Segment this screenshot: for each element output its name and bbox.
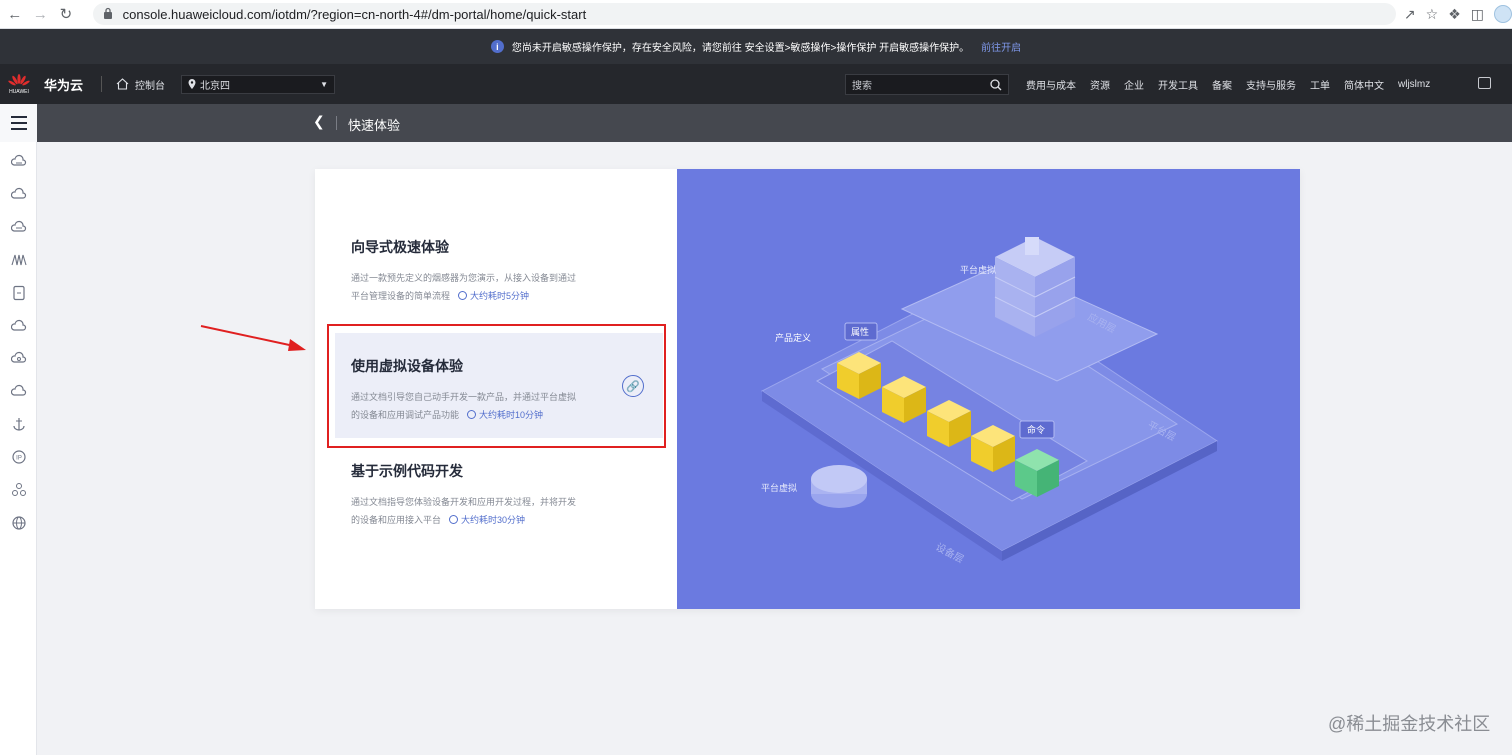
option-wizard[interactable]: 向导式极速体验 通过一款预先定义的烟感器为您演示，从接入设备到通过 平台管理设备… <box>351 237 651 305</box>
illus-label-device-layer: 设备层 <box>934 540 967 566</box>
option-description: 通过一款预先定义的烟感器为您演示，从接入设备到通过 平台管理设备的简单流程 大约耗… <box>351 269 651 305</box>
menu-support[interactable]: 支持与服务 <box>1246 77 1296 92</box>
isometric-iot-diagram: 平台虚拟 产品定义 属性 命令 平台虚拟 应用层 平台层 设备层 <box>761 237 1218 566</box>
option-description: 通过文档指导您体验设备开发和应用开发过程，并将开发 的设备和应用接入平台 大约耗时… <box>351 493 651 529</box>
cloud-shell-icon[interactable] <box>1478 77 1491 89</box>
region-label: 北京四 <box>200 80 231 92</box>
huawei-logo[interactable]: HUAWEI <box>0 73 38 95</box>
page-title: 快速体验 <box>348 118 401 133</box>
option-time: 大约耗时5分钟 <box>458 291 529 301</box>
annotation-arrow-icon <box>200 325 306 351</box>
option-title: 向导式极速体验 <box>351 239 449 255</box>
menu-tickets[interactable]: 工单 <box>1310 77 1330 92</box>
option-desc-line: 通过一款预先定义的烟感器为您演示，从接入设备到通过 <box>351 273 577 283</box>
forward-arrow-icon[interactable]: → <box>30 3 52 25</box>
url-text: console.huaweicloud.com/iotdm/?region=cn… <box>122 6 587 22</box>
search-placeholder: 搜索 <box>852 81 872 92</box>
subheader-divider <box>336 116 337 130</box>
service-sidebar: IP <box>0 142 37 755</box>
menu-resources[interactable]: 资源 <box>1090 77 1110 92</box>
warning-text: 您尚未开启敏感操作保护，存在安全风险，请您前往 安全设置>敏感操作>操作保护 开… <box>511 43 970 54</box>
menu-enterprise[interactable]: 企业 <box>1124 77 1144 92</box>
menu-filing[interactable]: 备案 <box>1212 77 1232 92</box>
menu-billing[interactable]: 费用与成本 <box>1026 77 1076 92</box>
header-menu: 费用与成本 资源 企业 开发工具 备案 支持与服务 工单 简体中文 wljslm… <box>1026 64 1430 104</box>
home-icon <box>116 78 129 90</box>
cloud-db-icon[interactable] <box>11 220 27 236</box>
clock-icon <box>458 291 468 300</box>
back-chevron-icon[interactable]: ❮ <box>313 113 325 130</box>
search-icon[interactable] <box>990 78 1002 91</box>
address-bar[interactable]: console.huaweicloud.com/iotdm/?region=cn… <box>92 3 1396 25</box>
illus-label-product-def: 产品定义 <box>775 332 811 343</box>
illus-label-platform-virtual-top: 平台虚拟 <box>960 264 996 275</box>
region-select[interactable]: 北京四 ▼ <box>181 74 336 94</box>
nodes-icon[interactable] <box>11 482 27 498</box>
console-label: 控制台 <box>135 80 166 92</box>
smoke-detector-icon <box>811 465 867 508</box>
document-icon[interactable] <box>11 285 27 301</box>
sidepanel-icon[interactable]: ◫ <box>1471 6 1484 23</box>
ip-icon[interactable]: IP <box>11 449 27 465</box>
illus-label-command: 命令 <box>1027 424 1045 435</box>
back-arrow-icon[interactable]: ← <box>4 3 26 25</box>
lock-icon <box>103 7 115 21</box>
star-icon[interactable]: ☆ <box>1426 6 1439 23</box>
profile-avatar[interactable] <box>1493 5 1512 23</box>
iot-illustration: 平台虚拟 产品定义 属性 命令 平台虚拟 应用层 平台层 设备层 <box>677 169 1300 609</box>
console-link[interactable]: 控制台 <box>116 77 165 92</box>
watermark: @稀土掘金技术社区 <box>1328 714 1491 734</box>
extensions-icon[interactable]: ❖ <box>1448 6 1461 23</box>
reload-icon[interactable]: ↻ <box>55 3 77 25</box>
page-subheader: ❮ 快速体验 <box>0 104 1512 142</box>
info-icon: i <box>490 40 504 53</box>
illus-label-platform-virtual-bottom: 平台虚拟 <box>761 482 797 493</box>
security-warning-bar: i 您尚未开启敏感操作保护，存在安全风险，请您前往 安全设置>敏感操作>操作保护… <box>0 29 1512 64</box>
cloud-network-icon[interactable] <box>11 384 27 400</box>
cloud-server-icon[interactable] <box>11 154 27 170</box>
option-time: 大约耗时30分钟 <box>449 515 525 525</box>
search-input[interactable]: 搜索 <box>845 74 1009 95</box>
waveform-icon[interactable] <box>11 252 27 268</box>
option-desc-line: 的设备和应用接入平台 <box>351 515 442 525</box>
cloud-outline-icon[interactable] <box>11 318 27 334</box>
option-time-label: 大约耗时5分钟 <box>470 291 530 301</box>
svg-text:IP: IP <box>16 456 22 462</box>
enable-protection-link[interactable]: 前往开启 <box>981 39 1021 54</box>
huawei-flower-icon <box>8 73 30 85</box>
menu-language[interactable]: 简体中文 <box>1344 77 1384 92</box>
server-icon <box>994 237 1076 337</box>
hamburger-menu-icon[interactable] <box>0 104 37 142</box>
brand-name[interactable]: 华为云 <box>44 75 83 94</box>
location-pin-icon <box>188 79 196 89</box>
share-icon[interactable]: ↗ <box>1404 6 1416 23</box>
option-sample-code[interactable]: 基于示例代码开发 通过文档指导您体验设备开发和应用开发过程，并将开发 的设备和应… <box>351 461 651 529</box>
cloud-icon[interactable] <box>11 187 27 203</box>
illus-label-property: 属性 <box>851 326 869 337</box>
browser-toolbar: ← → ↻ console.huaweicloud.com/iotdm/?reg… <box>0 0 1512 29</box>
highlight-annotation-box <box>327 324 666 448</box>
anchor-icon[interactable] <box>11 416 27 432</box>
cloud-storage-icon[interactable] <box>11 351 27 367</box>
clock-icon <box>449 515 459 524</box>
caret-down-icon: ▼ <box>320 79 329 89</box>
option-desc-line: 通过文档指导您体验设备开发和应用开发过程，并将开发 <box>351 497 577 507</box>
logo-text: HUAWEI <box>9 88 29 95</box>
header-divider <box>101 76 103 92</box>
option-time-label: 大约耗时30分钟 <box>461 515 526 525</box>
option-title: 基于示例代码开发 <box>351 463 463 479</box>
globe-icon[interactable] <box>11 515 27 531</box>
option-desc-line: 平台管理设备的简单流程 <box>351 291 451 301</box>
top-header: HUAWEI 华为云 控制台 北京四 ▼ 搜索 费用与成本 资源 企业 开发工具… <box>0 64 1512 104</box>
menu-devtools[interactable]: 开发工具 <box>1158 77 1198 92</box>
menu-username[interactable]: wljslmz <box>1398 79 1430 90</box>
